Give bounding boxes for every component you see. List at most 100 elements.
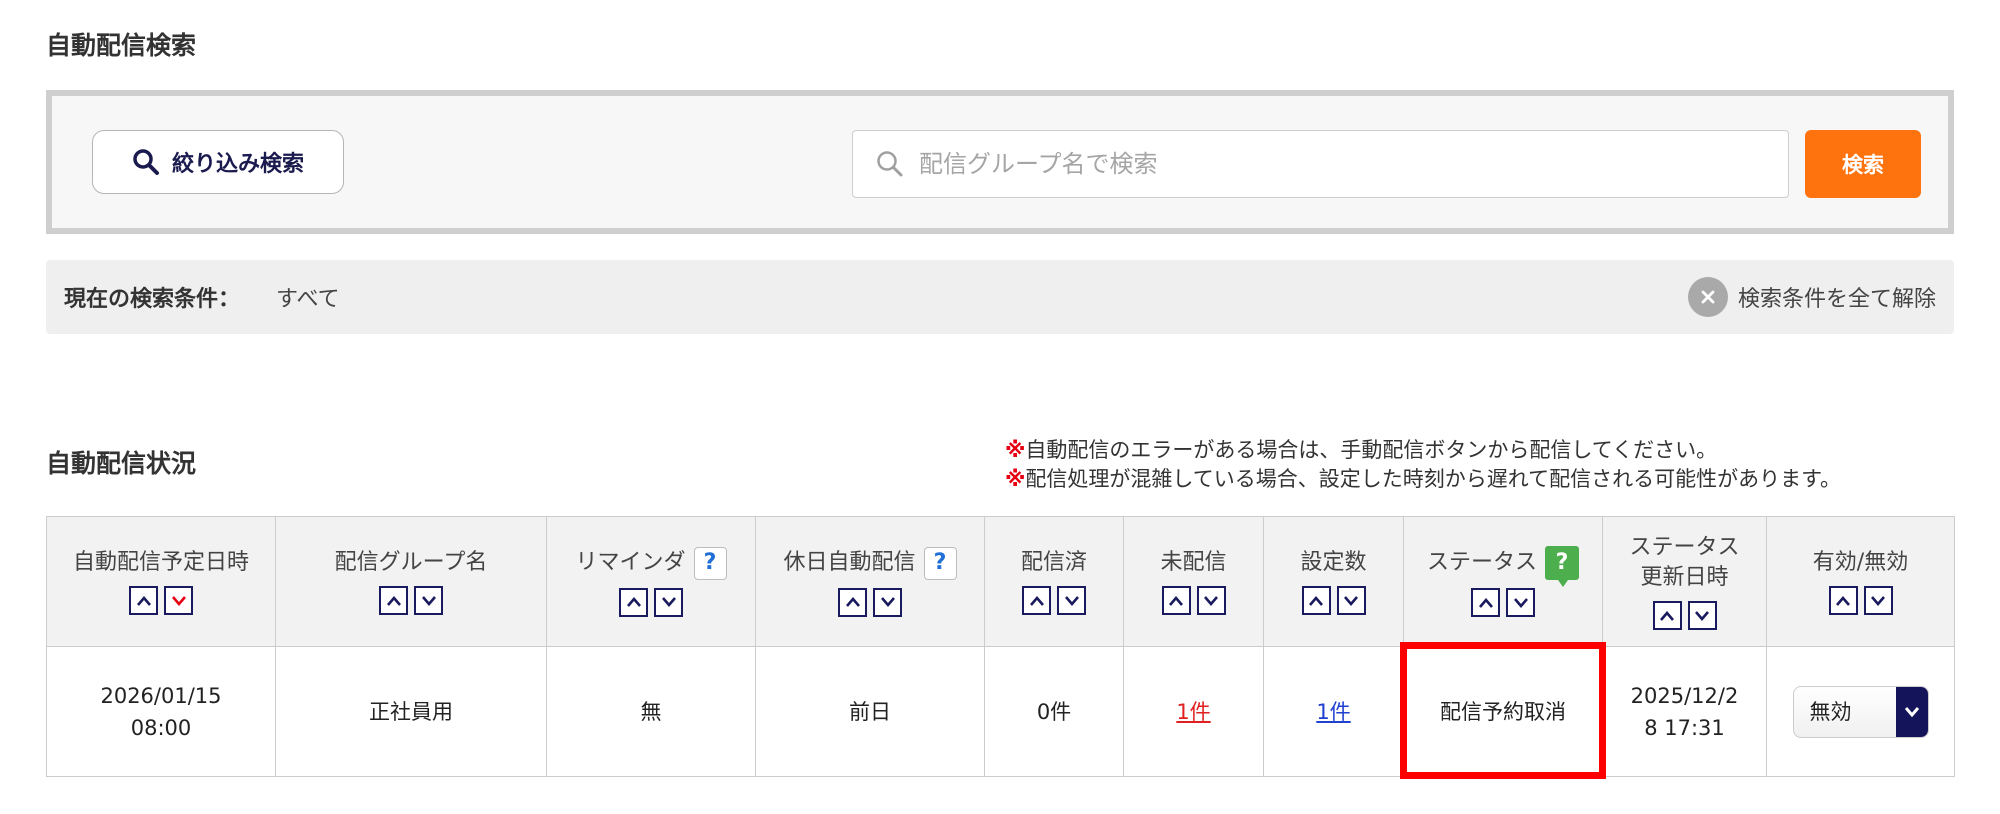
header-reminder-label: リマインダ (575, 550, 686, 575)
chevron-up-icon (1169, 595, 1183, 606)
search-section-title: 自動配信検索 (46, 31, 197, 60)
header-sent: 配信済 (984, 516, 1124, 647)
cell-enabled: 無効 (1766, 646, 1955, 777)
chevron-up-icon (1478, 597, 1493, 608)
header-unsent-label: 未配信 (1160, 550, 1227, 575)
sort-descending-button[interactable] (654, 587, 683, 617)
chevron-down-icon (1204, 595, 1218, 606)
help-icon[interactable]: ? (923, 546, 957, 580)
sort-ascending-button[interactable] (1828, 586, 1858, 615)
condition-value: すべて (276, 287, 340, 312)
sort-ascending-button[interactable] (838, 587, 867, 617)
sort-ascending-button[interactable] (1161, 586, 1191, 615)
cell-group-name: 正社員用 (275, 646, 547, 777)
chevron-down-icon (1344, 595, 1358, 606)
filter-search-button[interactable]: 絞り込み検索 (92, 130, 344, 194)
chevron-down-icon (661, 597, 676, 607)
sort-descending-button[interactable] (1196, 586, 1226, 615)
notice-text: 自動配信のエラーがある場合は、手動配信ボタンから配信してください。 (1025, 438, 1718, 462)
updated-time: 8 17:31 (1644, 715, 1725, 740)
header-holiday-label: 休日自動配信 (783, 550, 916, 575)
sort-descending-button[interactable] (1863, 586, 1893, 615)
sort-ascending-button[interactable] (1022, 586, 1051, 615)
header-schedule: 自動配信予定日時 (46, 516, 276, 647)
header-count-label: 設定数 (1300, 550, 1367, 575)
chevron-up-icon (845, 597, 860, 607)
sort-descending-button[interactable] (1336, 586, 1366, 615)
unsent-count-link[interactable]: 1件 (1176, 700, 1210, 724)
status-section-title: 自動配信状況 (46, 449, 197, 478)
chevron-up-icon (1309, 595, 1323, 606)
sort-descending-button[interactable] (1506, 588, 1535, 617)
sort-descending-button[interactable] (414, 586, 443, 615)
search-button[interactable]: 検索 (1805, 130, 1921, 198)
cell-sent: 0件 (984, 646, 1124, 777)
help-icon[interactable]: ? (693, 546, 727, 580)
sort-descending-button[interactable] (1057, 586, 1086, 615)
schedule-date: 2026/01/15 (100, 683, 222, 708)
header-holiday-delivery: 休日自動配信? (755, 516, 985, 647)
clear-all-conditions-button[interactable]: 検索条件を全て解除 (1687, 277, 1936, 317)
status-text: 配信予約取消 (1440, 699, 1566, 724)
sort-ascending-button[interactable] (129, 586, 158, 615)
enabled-select-value: 無効 (1809, 699, 1852, 724)
sort-descending-button[interactable] (1687, 601, 1717, 630)
condition-label: 現在の検索条件： (64, 287, 241, 312)
cell-schedule: 2026/01/15 08:00 (46, 646, 276, 777)
clear-all-label: 検索条件を全て解除 (1737, 287, 1936, 312)
chevron-down-icon (880, 597, 895, 607)
setting-count-link[interactable]: 1件 (1316, 700, 1350, 724)
enabled-select[interactable]: 無効 (1792, 685, 1929, 738)
chevron-down-icon (1695, 610, 1709, 621)
chevron-down-icon (421, 595, 436, 606)
notice-list: ※自動配信のエラーがある場合は、手動配信ボタンから配信してください。 ※配信処理… (1005, 436, 1841, 494)
search-panel: 絞り込み検索 検索 (46, 90, 1954, 234)
sort-ascending-button[interactable] (1652, 601, 1682, 630)
sort-ascending-button[interactable] (619, 587, 648, 617)
chevron-up-icon (626, 597, 641, 607)
header-sent-label: 配信済 (1020, 550, 1087, 575)
cell-status-updated: 2025/12/2 8 17:31 (1602, 646, 1767, 777)
cell-reminder: 無 (546, 646, 756, 777)
current-search-condition-bar: 現在の検索条件： すべて 検索条件を全て解除 (46, 260, 1954, 334)
chevron-up-icon (386, 595, 401, 606)
help-icon[interactable]: ? (1545, 546, 1579, 587)
cell-setting-count: 1件 (1263, 646, 1404, 777)
notice-item: ※自動配信のエラーがある場合は、手動配信ボタンから配信してください。 (1005, 436, 1841, 465)
notice-text: 配信処理が混雑している場合、設定した時刻から遅れて配信される可能性があります。 (1025, 467, 1842, 491)
filter-search-label: 絞り込み検索 (171, 152, 304, 177)
sort-descending-button[interactable] (164, 586, 193, 615)
header-group-name: 配信グループ名 (275, 516, 547, 647)
chevron-down-icon (1064, 595, 1079, 606)
cell-status: 配信予約取消 (1400, 642, 1606, 779)
search-icon (133, 149, 159, 175)
chevron-up-icon (1660, 610, 1674, 621)
header-reminder: リマインダ? (546, 516, 756, 647)
chevron-down-icon (1871, 595, 1885, 606)
header-updated-label-line2: 更新日時 (1640, 565, 1729, 590)
auto-delivery-status-table: 自動配信予定日時 配信グループ名 リマインダ? 休日自動配信 ? 配信済 未配信… (46, 516, 1955, 779)
header-enabled: 有効/無効 (1766, 516, 1955, 647)
header-status-label: ステータス (1426, 550, 1537, 575)
cell-unsent: 1件 (1123, 646, 1264, 777)
sort-ascending-button[interactable] (379, 586, 408, 615)
table-row: 2026/01/15 08:00 正社員用 無 前日 0件 1件 1件 配信予約… (46, 642, 1955, 779)
cell-holiday-delivery: 前日 (755, 646, 985, 777)
sort-ascending-button[interactable] (1301, 586, 1331, 615)
group-name-search-input[interactable] (917, 149, 1777, 179)
notice-mark: ※ (1005, 467, 1026, 491)
header-status: ステータス? (1403, 516, 1603, 647)
schedule-time: 08:00 (130, 715, 192, 740)
chevron-up-icon (1836, 595, 1850, 606)
table-header-row: 自動配信予定日時 配信グループ名 リマインダ? 休日自動配信 ? 配信済 未配信… (46, 516, 1955, 647)
sort-descending-button[interactable] (873, 587, 902, 617)
sort-ascending-button[interactable] (1471, 588, 1500, 617)
header-group-label: 配信グループ名 (334, 550, 488, 575)
notice-item: ※配信処理が混雑している場合、設定した時刻から遅れて配信される可能性があります。 (1005, 465, 1841, 494)
close-icon (1687, 277, 1728, 317)
updated-date: 2025/12/2 (1630, 683, 1739, 708)
header-enabled-label: 有効/無効 (1812, 550, 1909, 575)
header-updated-label-line1: ステータス (1629, 535, 1740, 560)
notice-mark: ※ (1005, 438, 1026, 462)
chevron-up-icon (1029, 595, 1044, 606)
